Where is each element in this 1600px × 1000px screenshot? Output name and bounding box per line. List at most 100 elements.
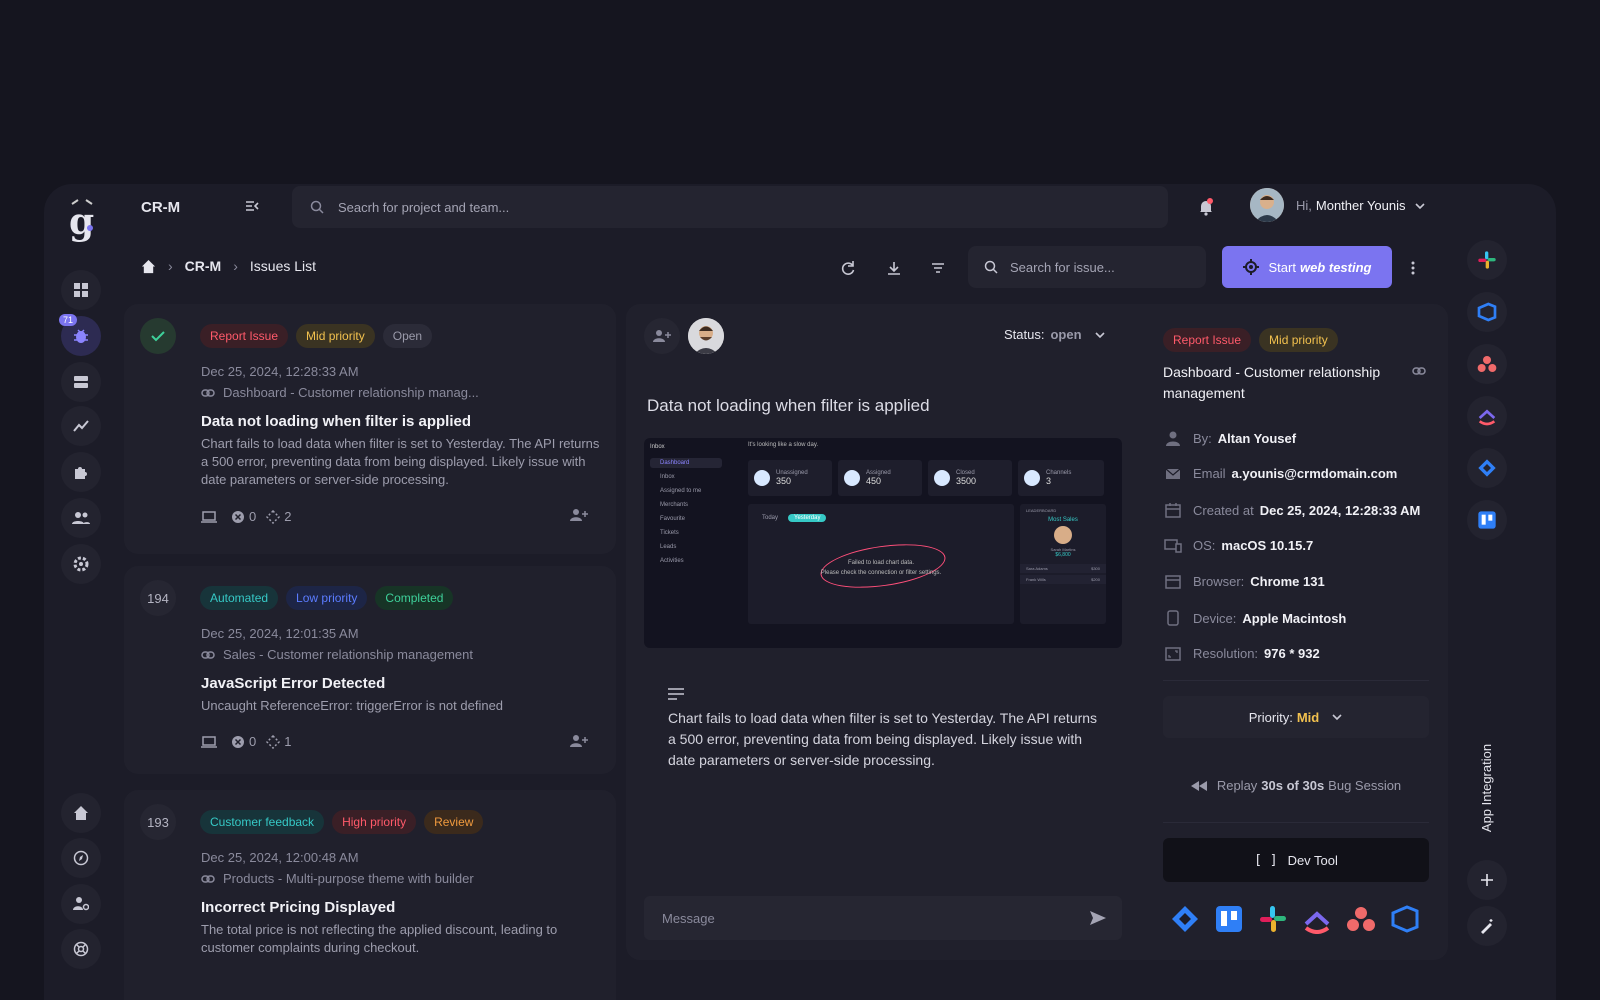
rail-trello-button[interactable]: [1467, 500, 1507, 540]
sidebar-dashboard-button[interactable]: [61, 270, 101, 310]
sidebar-team-button[interactable]: [61, 498, 101, 538]
search-icon: [310, 200, 324, 214]
sidebar-analytics-button[interactable]: [61, 406, 101, 446]
status-value: open: [1050, 327, 1082, 342]
assignee-avatar[interactable]: [688, 318, 724, 354]
sidebar-home-button[interactable]: [61, 793, 101, 833]
issue-link[interactable]: Dashboard - Customer relationship manag.…: [201, 385, 479, 400]
more-options-button[interactable]: [1410, 260, 1416, 276]
logo[interactable]: g: [66, 198, 98, 246]
sidebar-settings-button[interactable]: [61, 544, 101, 584]
info-reporter: By: Altan Yousef: [1163, 430, 1296, 446]
user-avatar[interactable]: [1250, 188, 1284, 222]
sidebar-user-settings-button[interactable]: [61, 884, 101, 924]
link-icon: [1412, 367, 1426, 375]
dev-tool-label: Dev Tool: [1287, 852, 1338, 868]
app-integration-label: App Integration: [1479, 743, 1494, 833]
message-input[interactable]: Message: [644, 896, 1122, 940]
leaderboard-most-sales: Most Sales: [1048, 517, 1078, 523]
issue-card[interactable]: 193 Customer feedback High priority Revi…: [124, 790, 616, 1000]
rail-jira-button[interactable]: [1467, 448, 1507, 488]
rail-asana-button[interactable]: [1467, 344, 1507, 384]
clickup-icon[interactable]: [1302, 904, 1332, 934]
tag-type: Automated: [200, 586, 279, 610]
sidebar-bugs-button[interactable]: 71: [59, 314, 101, 356]
azure-devops-icon[interactable]: [1390, 904, 1420, 934]
sidebar-database-button[interactable]: [61, 362, 101, 402]
search-icon: [984, 260, 998, 274]
sidebar-plugins-button[interactable]: [61, 452, 101, 492]
issue-card[interactable]: 194 Automated Low priority Completed Dec…: [124, 566, 616, 774]
info-created-value: Dec 25, 2024, 12:28:33 AM: [1259, 502, 1421, 518]
info-resolution-value: 976 * 932: [1264, 646, 1320, 661]
sidebar-support-button[interactable]: [61, 929, 101, 969]
project-name[interactable]: CR-M: [141, 199, 180, 216]
menu-toggle-button[interactable]: [244, 198, 260, 214]
rail-slack-button[interactable]: [1467, 240, 1507, 280]
detail-title: Data not loading when filter is applied: [647, 396, 930, 415]
download-icon: [888, 262, 900, 275]
trello-icon[interactable]: [1214, 904, 1244, 934]
message-placeholder: Message: [662, 910, 715, 926]
user-name: Monther Younis: [1315, 198, 1406, 213]
user-menu[interactable]: Hi, Monther Younis: [1296, 198, 1426, 213]
jira-icon[interactable]: [1170, 904, 1200, 934]
assign-user-button[interactable]: [570, 508, 588, 522]
grid-icon: [74, 283, 88, 297]
screenshot-nav-item: Leads: [660, 544, 677, 550]
bell-icon: [1200, 198, 1213, 216]
slack-icon[interactable]: [1258, 904, 1288, 934]
leaderboard-avatar: [1054, 526, 1072, 544]
send-icon[interactable]: [1090, 911, 1106, 925]
tag-priority: High priority: [332, 810, 417, 834]
info-created: Created at Dec 25, 2024, 12:28:33 AM: [1163, 502, 1420, 518]
mail-icon: [1165, 468, 1181, 479]
global-search[interactable]: Seacrh for project and team...: [292, 186, 1168, 228]
screenshot-nav-item: Merchants: [660, 502, 689, 508]
issue-search[interactable]: Search for issue...: [968, 246, 1206, 288]
replay-session-button[interactable]: Replay 30s of 30s Bug Session: [1163, 778, 1429, 793]
edit-integrations-button[interactable]: [1467, 906, 1507, 946]
priority-label: Priority:: [1248, 709, 1293, 725]
priority-dropdown[interactable]: Priority: Mid: [1163, 696, 1429, 738]
issue-link[interactable]: Sales - Customer relationship management: [201, 647, 473, 662]
screenshot-nav-item: Favourite: [660, 516, 686, 522]
issue-number: 193: [140, 804, 176, 840]
start-web-testing-button[interactable]: Start web testing: [1222, 246, 1392, 288]
issue-screenshot[interactable]: Inbox Dashboard Inbox Assigned to me Mer…: [644, 438, 1122, 648]
screenshot-nav-item: Assigned to me: [660, 488, 702, 494]
issue-link-text: Sales - Customer relationship management: [223, 647, 474, 662]
info-email-value[interactable]: a.younis@crmdomain.com: [1232, 466, 1398, 481]
copy-link-button[interactable]: [1412, 366, 1426, 376]
global-search-input[interactable]: Seacrh for project and team...: [338, 200, 509, 215]
stat-dot-icon: [754, 470, 770, 486]
breadcrumb-project[interactable]: CR-M: [185, 258, 222, 274]
link-icon: [201, 650, 215, 659]
tag-priority: Low priority: [286, 586, 368, 610]
puzzle-icon: [75, 467, 87, 479]
compass-icon: [73, 850, 89, 866]
issue-card-selected[interactable]: Report Issue Mid priority Open Dec 25, 2…: [124, 304, 616, 554]
filter-button[interactable]: [930, 260, 946, 276]
sidebar-compass-button[interactable]: [61, 838, 101, 878]
home-icon[interactable]: [141, 259, 156, 274]
assign-user-button[interactable]: [570, 734, 588, 748]
asana-icon[interactable]: [1346, 904, 1376, 934]
add-integration-button[interactable]: [1467, 860, 1507, 900]
replay-pre: Replay: [1216, 778, 1258, 793]
add-assignee-button[interactable]: [644, 318, 680, 354]
issue-number: 194: [140, 580, 176, 616]
refresh-button[interactable]: [840, 260, 856, 276]
user-plus-icon: [653, 330, 671, 342]
rail-azure-button[interactable]: [1467, 292, 1507, 332]
breadcrumb-separator: ›: [168, 258, 173, 274]
rail-clickup-button[interactable]: [1467, 396, 1507, 436]
status-dropdown[interactable]: Status: open: [1004, 327, 1106, 342]
dev-tool-button[interactable]: [ ] Dev Tool: [1163, 838, 1429, 882]
issue-link[interactable]: Products - Multi-purpose theme with buil…: [201, 871, 474, 886]
slack-icon: [1478, 251, 1496, 269]
download-button[interactable]: [886, 260, 902, 276]
screenshot-tab-yesterday: Yesterday: [788, 514, 827, 522]
notifications-button[interactable]: [1198, 198, 1214, 216]
issue-search-input[interactable]: Search for issue...: [1010, 260, 1115, 275]
